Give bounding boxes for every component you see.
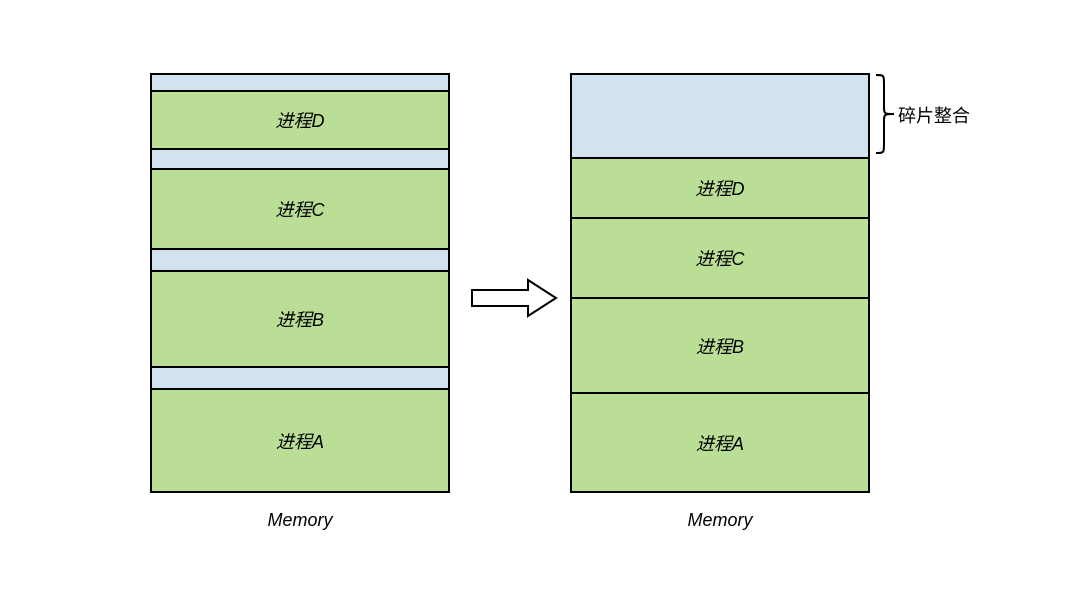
process-label: 进程B: [276, 306, 324, 332]
process-label: 进程A: [696, 430, 744, 456]
process-a-segment: 进程A: [572, 392, 868, 491]
gap-segment: [152, 75, 448, 90]
process-label: 进程C: [276, 196, 325, 222]
process-b-segment: 进程B: [572, 297, 868, 392]
gap-segment: [152, 248, 448, 270]
process-label: 进程C: [696, 245, 745, 271]
memory-box-after: 进程D 进程C 进程B 进程A: [570, 73, 870, 493]
process-a-segment: 进程A: [152, 388, 448, 491]
gap-segment: [152, 366, 448, 388]
process-c-segment: 进程C: [572, 217, 868, 297]
arrow-icon: [470, 278, 558, 323]
gap-segment: [152, 148, 448, 168]
brace-label: 碎片整合: [898, 102, 970, 128]
consolidated-gap-segment: [572, 75, 868, 157]
process-c-segment: 进程C: [152, 168, 448, 248]
brace-icon: [874, 73, 898, 160]
memory-box-before: 进程D 进程C 进程B 进程A: [150, 73, 450, 493]
process-label: 进程D: [276, 107, 325, 133]
process-d-segment: 进程D: [572, 157, 868, 217]
process-label: 进程D: [696, 175, 745, 201]
process-b-segment: 进程B: [152, 270, 448, 366]
process-label: 进程B: [696, 333, 744, 359]
memory-label-before: Memory: [150, 510, 450, 531]
process-label: 进程A: [276, 428, 324, 454]
process-d-segment: 进程D: [152, 90, 448, 148]
memory-compaction-diagram: 进程D 进程C 进程B 进程A Memory 进程D 进程C 进程B: [0, 0, 1080, 616]
memory-label-after: Memory: [570, 510, 870, 531]
